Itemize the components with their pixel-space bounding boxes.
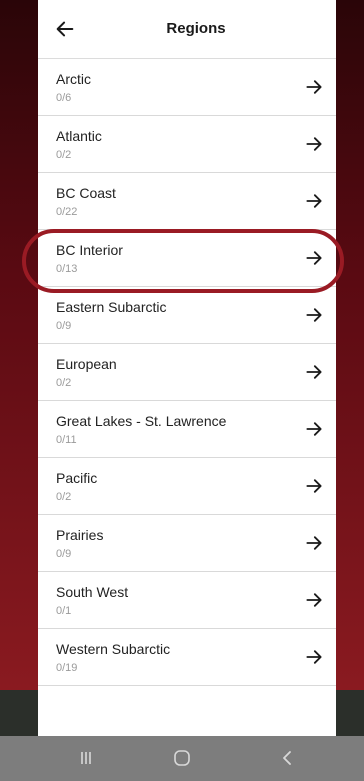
list-item[interactable]: Pacific 0/2: [38, 458, 336, 515]
system-nav-bar: [0, 736, 364, 781]
list-item[interactable]: Western Subarctic 0/19: [38, 629, 336, 686]
list-item[interactable]: European 0/2: [38, 344, 336, 401]
region-name: Western Subarctic: [56, 641, 171, 657]
region-count: 0/22: [56, 206, 78, 218]
list-item[interactable]: Arctic 0/6: [38, 59, 336, 116]
arrow-right-icon[interactable]: [304, 476, 324, 496]
region-name: BC Coast: [56, 185, 116, 201]
background-right: [336, 0, 364, 690]
arrow-right-icon[interactable]: [304, 191, 324, 211]
region-name: Prairies: [56, 527, 104, 543]
list-item[interactable]: Atlantic 0/2: [38, 116, 336, 173]
region-count: 0/19: [56, 662, 78, 674]
list-item[interactable]: Prairies 0/9: [38, 515, 336, 572]
region-name: European: [56, 356, 117, 372]
region-count: 0/2: [56, 149, 72, 161]
region-name: Atlantic: [56, 128, 102, 144]
region-name: South West: [56, 584, 129, 600]
list-item[interactable]: Great Lakes - St. Lawrence 0/11: [38, 401, 336, 458]
region-count: 0/13: [56, 263, 78, 275]
background-left: [0, 0, 38, 690]
list-item[interactable]: South West 0/1: [38, 572, 336, 629]
arrow-right-icon[interactable]: [304, 533, 324, 553]
back-chevron-icon[interactable]: [276, 748, 300, 768]
list-item[interactable]: BC Coast 0/22: [38, 173, 336, 230]
region-count: 0/2: [56, 377, 72, 389]
recent-apps-icon[interactable]: [74, 748, 98, 768]
region-name: Arctic: [56, 71, 91, 87]
region-count: 0/1: [56, 605, 72, 617]
region-count: 0/9: [56, 320, 72, 332]
header: Regions: [38, 0, 336, 59]
region-name: BC Interior: [56, 242, 123, 258]
arrow-right-icon[interactable]: [304, 134, 324, 154]
regions-list: Arctic 0/6 Atlantic 0/2 BC Coast 0/22 BC…: [38, 59, 336, 686]
list-item[interactable]: Eastern Subarctic 0/9: [38, 287, 336, 344]
arrow-right-icon[interactable]: [304, 77, 324, 97]
region-count: 0/6: [56, 92, 72, 104]
region-count: 0/9: [56, 548, 72, 560]
region-count: 0/11: [56, 434, 77, 446]
screen: Regions Arctic 0/6 Atlantic 0/2 BC Coast…: [0, 0, 364, 781]
regions-panel: Regions Arctic 0/6 Atlantic 0/2 BC Coast…: [38, 0, 336, 736]
home-icon[interactable]: [170, 748, 194, 768]
region-name: Eastern Subarctic: [56, 299, 167, 315]
arrow-right-icon[interactable]: [304, 647, 324, 667]
region-name: Pacific: [56, 470, 98, 486]
region-name: Great Lakes - St. Lawrence: [56, 413, 227, 429]
arrow-right-icon[interactable]: [304, 248, 324, 268]
arrow-right-icon[interactable]: [304, 362, 324, 382]
region-count: 0/2: [56, 491, 72, 503]
page-title: Regions: [166, 20, 226, 37]
list-item-bc-interior[interactable]: BC Interior 0/13: [38, 230, 336, 287]
arrow-right-icon[interactable]: [304, 590, 324, 610]
arrow-right-icon[interactable]: [304, 305, 324, 325]
arrow-right-icon[interactable]: [304, 419, 324, 439]
